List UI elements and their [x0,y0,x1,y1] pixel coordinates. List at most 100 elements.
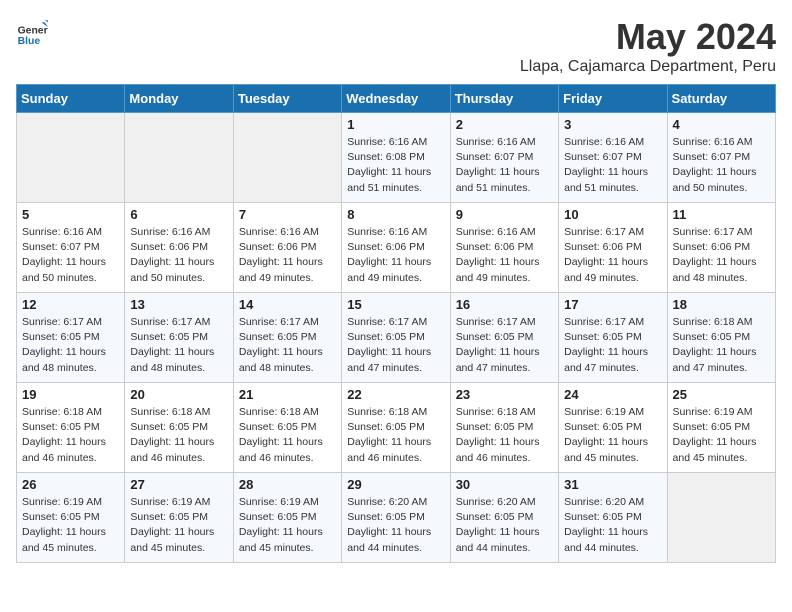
day-info: Sunrise: 6:17 AM Sunset: 6:05 PM Dayligh… [347,315,444,376]
day-number: 10 [564,207,661,222]
day-number: 30 [456,477,553,492]
day-number: 21 [239,387,336,402]
day-number: 23 [456,387,553,402]
calendar-cell: 3 Sunrise: 6:16 AM Sunset: 6:07 PM Daylig… [559,113,667,203]
day-info: Sunrise: 6:16 AM Sunset: 6:06 PM Dayligh… [130,225,227,286]
day-number: 26 [22,477,119,492]
calendar-cell: 24 Sunrise: 6:19 AM Sunset: 6:05 PM Dayli… [559,383,667,473]
calendar-cell: 30 Sunrise: 6:20 AM Sunset: 6:05 PM Dayli… [450,473,558,563]
day-number: 29 [347,477,444,492]
calendar-cell: 29 Sunrise: 6:20 AM Sunset: 6:05 PM Dayli… [342,473,450,563]
day-info: Sunrise: 6:20 AM Sunset: 6:05 PM Dayligh… [347,495,444,556]
day-number: 12 [22,297,119,312]
day-info: Sunrise: 6:19 AM Sunset: 6:05 PM Dayligh… [239,495,336,556]
calendar-cell: 11Sunrise: 6:17 AM Sunset: 6:06 PM Dayli… [667,203,775,293]
calendar-body: 1 Sunrise: 6:16 AM Sunset: 6:08 PM Daylig… [17,113,776,563]
day-number: 15 [347,297,444,312]
calendar-cell: 25 Sunrise: 6:19 AM Sunset: 6:05 PM Dayli… [667,383,775,473]
day-info: Sunrise: 6:18 AM Sunset: 6:05 PM Dayligh… [22,405,119,466]
day-number: 3 [564,117,661,132]
calendar-cell: 26 Sunrise: 6:19 AM Sunset: 6:05 PM Dayli… [17,473,125,563]
day-number: 25 [673,387,770,402]
day-number: 13 [130,297,227,312]
calendar-cell: 22Sunrise: 6:18 AM Sunset: 6:05 PM Dayli… [342,383,450,473]
day-info: Sunrise: 6:19 AM Sunset: 6:05 PM Dayligh… [673,405,770,466]
day-info: Sunrise: 6:17 AM Sunset: 6:05 PM Dayligh… [130,315,227,376]
weekday-header-row: SundayMondayTuesdayWednesdayThursdayFrid… [17,85,776,113]
day-number: 2 [456,117,553,132]
calendar-cell: 21 Sunrise: 6:18 AM Sunset: 6:05 PM Dayli… [233,383,341,473]
weekday-header: Wednesday [342,85,450,113]
day-info: Sunrise: 6:17 AM Sunset: 6:05 PM Dayligh… [22,315,119,376]
day-info: Sunrise: 6:18 AM Sunset: 6:05 PM Dayligh… [456,405,553,466]
calendar-cell: 23 Sunrise: 6:18 AM Sunset: 6:05 PM Dayli… [450,383,558,473]
day-info: Sunrise: 6:18 AM Sunset: 6:05 PM Dayligh… [130,405,227,466]
generalblue-logo-icon: General Blue [16,16,48,48]
calendar-cell: 9 Sunrise: 6:16 AM Sunset: 6:06 PM Daylig… [450,203,558,293]
day-number: 28 [239,477,336,492]
day-number: 17 [564,297,661,312]
day-info: Sunrise: 6:19 AM Sunset: 6:05 PM Dayligh… [564,405,661,466]
weekday-header: Sunday [17,85,125,113]
calendar-cell: 19 Sunrise: 6:18 AM Sunset: 6:05 PM Dayli… [17,383,125,473]
day-info: Sunrise: 6:18 AM Sunset: 6:05 PM Dayligh… [673,315,770,376]
day-number: 14 [239,297,336,312]
calendar-cell [233,113,341,203]
day-number: 31 [564,477,661,492]
calendar-cell: 2 Sunrise: 6:16 AM Sunset: 6:07 PM Daylig… [450,113,558,203]
day-info: Sunrise: 6:16 AM Sunset: 6:07 PM Dayligh… [564,135,661,196]
day-info: Sunrise: 6:19 AM Sunset: 6:05 PM Dayligh… [22,495,119,556]
calendar-cell: 1 Sunrise: 6:16 AM Sunset: 6:08 PM Daylig… [342,113,450,203]
day-number: 27 [130,477,227,492]
day-info: Sunrise: 6:19 AM Sunset: 6:05 PM Dayligh… [130,495,227,556]
day-number: 11 [673,207,770,222]
day-number: 7 [239,207,336,222]
weekday-header: Saturday [667,85,775,113]
day-number: 1 [347,117,444,132]
calendar-week-row: 5 Sunrise: 6:16 AM Sunset: 6:07 PM Daylig… [17,203,776,293]
day-number: 16 [456,297,553,312]
day-number: 8 [347,207,444,222]
weekday-header: Monday [125,85,233,113]
day-info: Sunrise: 6:16 AM Sunset: 6:07 PM Dayligh… [22,225,119,286]
day-info: Sunrise: 6:16 AM Sunset: 6:07 PM Dayligh… [673,135,770,196]
day-number: 9 [456,207,553,222]
day-number: 5 [22,207,119,222]
calendar-cell: 15 Sunrise: 6:17 AM Sunset: 6:05 PM Dayli… [342,293,450,383]
svg-text:Blue: Blue [18,36,41,47]
calendar-week-row: 26 Sunrise: 6:19 AM Sunset: 6:05 PM Dayli… [17,473,776,563]
calendar-cell: 6Sunrise: 6:16 AM Sunset: 6:06 PM Daylig… [125,203,233,293]
day-number: 24 [564,387,661,402]
title-area: May 2024 Llapa, Cajamarca Department, Pe… [520,16,776,76]
calendar-cell: 13 Sunrise: 6:17 AM Sunset: 6:05 PM Dayli… [125,293,233,383]
calendar-cell: 12 Sunrise: 6:17 AM Sunset: 6:05 PM Dayli… [17,293,125,383]
day-info: Sunrise: 6:18 AM Sunset: 6:05 PM Dayligh… [239,405,336,466]
calendar-cell: 5 Sunrise: 6:16 AM Sunset: 6:07 PM Daylig… [17,203,125,293]
header: General Blue May 2024 Llapa, Cajamarca D… [16,16,776,76]
calendar-cell: 7Sunrise: 6:16 AM Sunset: 6:06 PM Daylig… [233,203,341,293]
svg-text:General: General [18,26,48,37]
day-info: Sunrise: 6:20 AM Sunset: 6:05 PM Dayligh… [456,495,553,556]
calendar-cell: 14Sunrise: 6:17 AM Sunset: 6:05 PM Dayli… [233,293,341,383]
weekday-header: Friday [559,85,667,113]
calendar-cell: 8 Sunrise: 6:16 AM Sunset: 6:06 PM Daylig… [342,203,450,293]
day-info: Sunrise: 6:17 AM Sunset: 6:06 PM Dayligh… [564,225,661,286]
calendar-cell: 18Sunrise: 6:18 AM Sunset: 6:05 PM Dayli… [667,293,775,383]
calendar-cell [667,473,775,563]
day-info: Sunrise: 6:16 AM Sunset: 6:08 PM Dayligh… [347,135,444,196]
day-info: Sunrise: 6:16 AM Sunset: 6:07 PM Dayligh… [456,135,553,196]
calendar-cell [125,113,233,203]
month-title: May 2024 [520,16,776,58]
weekday-header: Tuesday [233,85,341,113]
logo: General Blue [16,16,48,48]
day-number: 19 [22,387,119,402]
day-info: Sunrise: 6:16 AM Sunset: 6:06 PM Dayligh… [456,225,553,286]
calendar-cell: 31 Sunrise: 6:20 AM Sunset: 6:05 PM Dayli… [559,473,667,563]
day-info: Sunrise: 6:17 AM Sunset: 6:05 PM Dayligh… [564,315,661,376]
calendar-cell: 16Sunrise: 6:17 AM Sunset: 6:05 PM Dayli… [450,293,558,383]
day-number: 20 [130,387,227,402]
day-info: Sunrise: 6:16 AM Sunset: 6:06 PM Dayligh… [347,225,444,286]
day-info: Sunrise: 6:20 AM Sunset: 6:05 PM Dayligh… [564,495,661,556]
calendar-cell: 27 Sunrise: 6:19 AM Sunset: 6:05 PM Dayli… [125,473,233,563]
calendar-cell: 10 Sunrise: 6:17 AM Sunset: 6:06 PM Dayli… [559,203,667,293]
